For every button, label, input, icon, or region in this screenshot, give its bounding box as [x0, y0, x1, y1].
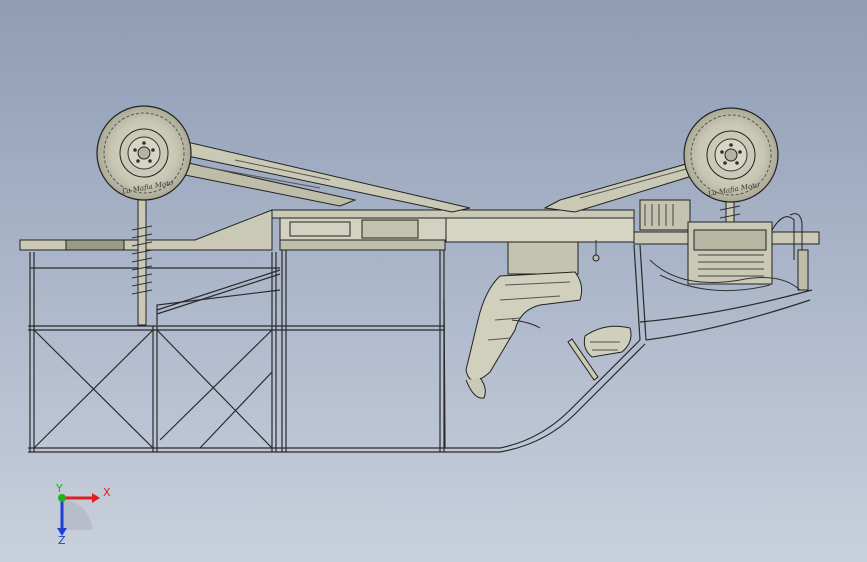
chassis-model[interactable]: La Mafia Moto La Mafia Moto X Y Z	[0, 0, 867, 562]
z-axis-label: Z	[58, 534, 66, 547]
y-axis-dot	[58, 494, 66, 502]
axis-triad: X Y Z	[55, 482, 111, 547]
driver-seat	[465, 271, 583, 399]
cad-viewport[interactable]: La Mafia Moto La Mafia Moto X Y Z	[0, 0, 867, 562]
rear-wheel: La Mafia Moto	[683, 107, 779, 203]
pedal-assembly	[567, 325, 632, 381]
front-wheel: La Mafia Moto	[96, 105, 192, 201]
y-axis-label: Y	[55, 482, 63, 495]
front-trailing-arm	[148, 137, 471, 213]
x-axis-label: X	[103, 486, 111, 499]
front-coilover	[131, 184, 153, 326]
